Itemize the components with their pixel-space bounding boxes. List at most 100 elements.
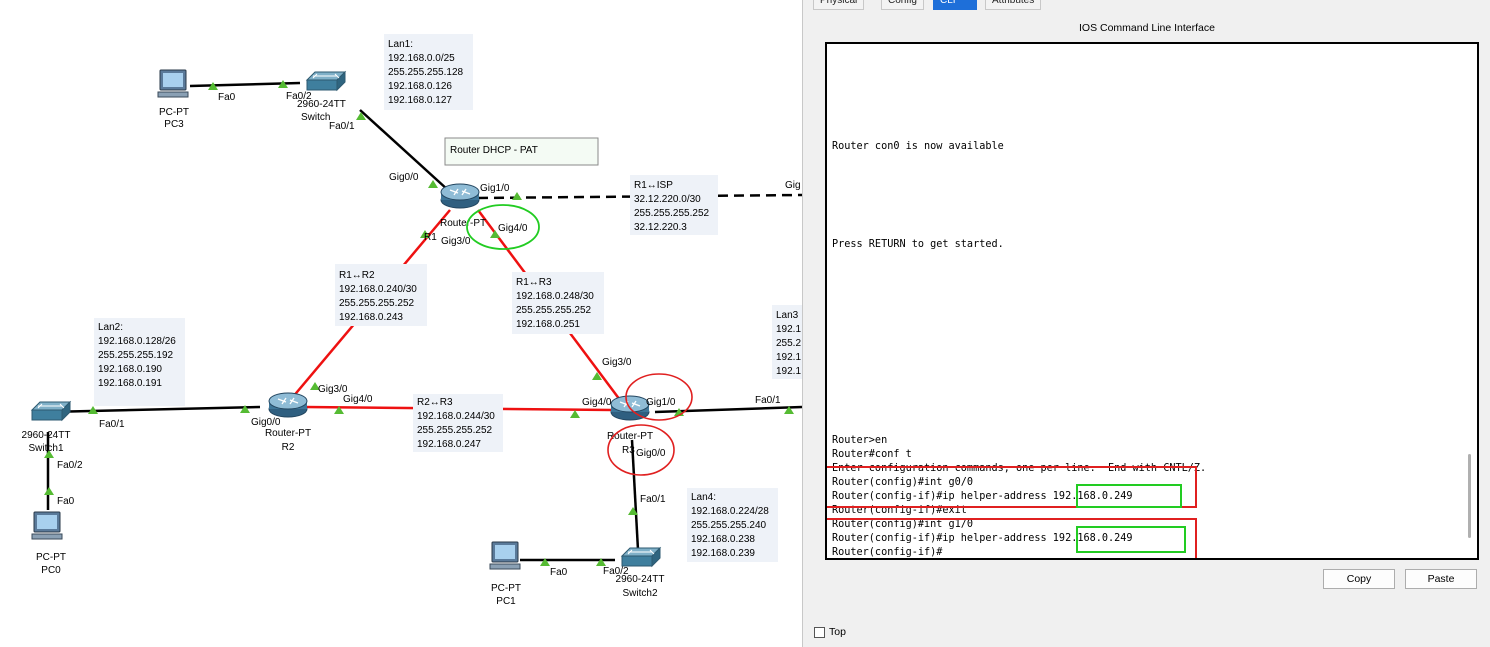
note-line: Lan3 xyxy=(776,310,799,321)
note-line: 192.168.0.0/25 xyxy=(388,53,455,64)
switch-icon xyxy=(306,71,346,91)
note-r1-isp[interactable]: R1↔ISP 32.12.220.0/30 255.255.255.252 32… xyxy=(630,175,718,235)
note-title: Router DHCP - PAT xyxy=(450,145,538,156)
note-line: Lan2: xyxy=(98,322,123,333)
note-lan2[interactable]: Lan2: 192.168.0.128/26 255.255.255.192 1… xyxy=(94,318,185,406)
pc-icon xyxy=(157,69,189,98)
copy-button[interactable]: Copy xyxy=(1323,569,1395,589)
note-lan4[interactable]: Lan4: 192.168.0.224/28 255.255.255.240 1… xyxy=(687,488,778,562)
terminal-line: Router con0 is now available xyxy=(832,141,1004,152)
highlight-ip-g10 xyxy=(1076,526,1186,553)
note-lan3[interactable]: Lan3 192.1 255.2 192.1 192.1 xyxy=(772,305,802,379)
r1-type: Router-PT xyxy=(440,218,486,229)
terminal-line: Router>en xyxy=(832,435,888,446)
note-line: 255.255.255.128 xyxy=(388,67,464,78)
note-line: Lan1: xyxy=(388,39,413,50)
device-config-window: Physical Config CLI Attributes IOS Comma… xyxy=(802,0,1490,647)
port-label: Gig4/0 xyxy=(582,397,612,408)
pc1-name: PC1 xyxy=(496,596,516,607)
router-r1[interactable]: Router-PT R1 xyxy=(424,183,486,243)
port-label: Fa0 xyxy=(57,496,75,507)
switch-icon xyxy=(621,547,661,567)
port-label: Fa0/1 xyxy=(99,419,125,430)
cli-terminal[interactable]: Router con0 is now available Press RETUR… xyxy=(825,42,1479,560)
note-line: 32.12.220.0/30 xyxy=(634,194,701,205)
port-label: Gig4/0 xyxy=(498,223,528,234)
switch1-model: 2960-24TT xyxy=(22,430,71,441)
device-tabs: Physical Config CLI Attributes xyxy=(813,0,1483,10)
pc0[interactable]: PC-PT PC0 xyxy=(31,511,66,576)
note-line: 192.168.0.127 xyxy=(388,95,452,106)
note-line: 255.255.255.252 xyxy=(417,425,493,436)
note-line: 255.255.255.252 xyxy=(339,298,415,309)
pc3[interactable]: PC-PT PC3 xyxy=(157,69,189,130)
port-label: Fa0/1 xyxy=(755,395,781,406)
note-line: R1↔R3 xyxy=(516,277,552,288)
r3-name: R3 xyxy=(622,445,635,456)
note-r1-r2[interactable]: R1↔R2 192.168.0.240/30 255.255.255.252 1… xyxy=(335,264,427,326)
note-line: 192.168.0.240/30 xyxy=(339,284,417,295)
pc3-type: PC-PT xyxy=(159,107,189,118)
note-line: 192.1 xyxy=(776,366,801,377)
port-label: Gig3/0 xyxy=(602,357,632,368)
note-line: 192.168.0.247 xyxy=(417,439,481,450)
top-checkbox[interactable] xyxy=(814,626,825,638)
port-label: Fa0/1 xyxy=(640,494,666,505)
tab-physical[interactable]: Physical xyxy=(813,0,865,10)
tab-cli[interactable]: CLI xyxy=(933,0,977,10)
port-label: Gig0/0 xyxy=(636,448,666,459)
port-label: Gig1/0 xyxy=(646,397,676,408)
top-checkbox-row[interactable]: Top xyxy=(814,626,846,638)
note-line: Lan4: xyxy=(691,492,716,503)
pc0-type: PC-PT xyxy=(36,552,66,563)
switch1[interactable]: 2960-24TT Switch1 xyxy=(22,401,71,454)
note-line: 192.168.0.128/26 xyxy=(98,336,176,347)
note-lan1[interactable]: Lan1: 192.168.0.0/25 255.255.255.128 192… xyxy=(384,34,473,110)
port-label: Fa0/2 xyxy=(603,566,629,577)
port-label: Fa0/2 xyxy=(286,91,312,102)
note-line: 255.255.255.252 xyxy=(516,305,592,316)
pc-icon xyxy=(31,511,63,540)
port-label: Gig1/0 xyxy=(480,183,510,194)
top-checkbox-label: Top xyxy=(829,626,846,638)
pc-icon xyxy=(489,541,521,570)
switch-top-name: Switch xyxy=(301,112,330,123)
note-line: 255.255.255.240 xyxy=(691,520,767,531)
pc1-type: PC-PT xyxy=(491,583,521,594)
port-label: Gig0/0 xyxy=(251,417,281,428)
port-label: Gig0/0 xyxy=(389,172,419,183)
switch2-name: Switch2 xyxy=(622,588,657,599)
port-label: Fa0/1 xyxy=(329,121,355,132)
note-line: 192.168.0.248/30 xyxy=(516,291,594,302)
note-line: R2↔R3 xyxy=(417,397,453,408)
tab-config[interactable]: Config xyxy=(881,0,924,10)
note-line: 192.168.0.126 xyxy=(388,81,452,92)
note-line: 192.168.0.239 xyxy=(691,548,755,559)
terminal-scrollbar[interactable] xyxy=(1468,454,1471,538)
note-line: 192.168.0.224/28 xyxy=(691,506,769,517)
note-line: 255.255.255.192 xyxy=(98,350,174,361)
pc3-name: PC3 xyxy=(164,119,184,130)
terminal-line: Press RETURN to get started. xyxy=(832,239,1004,250)
note-line: 192.1 xyxy=(776,324,801,335)
note-line: 192.168.0.251 xyxy=(516,319,580,330)
paste-button[interactable]: Paste xyxy=(1405,569,1477,589)
note-r1-r3[interactable]: R1↔R3 192.168.0.248/30 255.255.255.252 1… xyxy=(512,272,604,334)
note-line: 192.168.0.244/30 xyxy=(417,411,495,422)
note-line: R1↔R2 xyxy=(339,270,375,281)
r1-name: R1 xyxy=(424,232,437,243)
note-line: 255.2 xyxy=(776,338,801,349)
pc1[interactable]: PC-PT PC1 xyxy=(489,541,521,607)
note-router-dhcp-pat[interactable]: Router DHCP - PAT xyxy=(444,137,599,166)
port-label: Fa0 xyxy=(218,92,236,103)
network-topology-canvas[interactable]: PC-PT PC3 2960-24TT Switch Router-PT R1 … xyxy=(0,0,802,647)
port-label: Fa0 xyxy=(550,567,568,578)
note-line: 192.168.0.191 xyxy=(98,378,162,389)
r2-name: R2 xyxy=(282,442,295,453)
tab-attributes[interactable]: Attributes xyxy=(985,0,1042,10)
terminal-line: Router#conf t xyxy=(832,449,912,460)
note-line: 192.168.0.190 xyxy=(98,364,162,375)
port-label: Fa0/2 xyxy=(57,460,83,471)
note-r2-r3[interactable]: R2↔R3 192.168.0.244/30 255.255.255.252 1… xyxy=(413,394,503,452)
router-icon xyxy=(268,392,308,418)
